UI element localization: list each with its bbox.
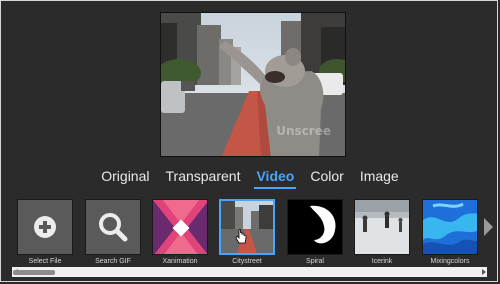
hand-cursor-icon [235, 229, 247, 244]
search-icon [99, 213, 128, 242]
scrollbar-thumb[interactable] [13, 270, 55, 275]
mixingcolors-thumb[interactable] [422, 199, 478, 255]
search-gif-thumb[interactable] [85, 199, 141, 255]
select-file-thumb[interactable] [17, 199, 73, 255]
citystreet-label: Citystreet [232, 258, 262, 265]
icerink-thumb[interactable] [354, 199, 410, 255]
background-preview: Unscree [160, 12, 346, 157]
chevron-right-icon[interactable] [484, 218, 493, 236]
video-item-mixingcolors[interactable]: Mixingcolors [422, 199, 478, 265]
search-gif-button[interactable]: Search GIF [85, 199, 141, 265]
preview-watermark: Unscree [276, 124, 331, 138]
icerink-image [355, 200, 409, 254]
xanimation-label: Xanimation [162, 258, 198, 265]
spiral-label: Spiral [306, 258, 324, 265]
tab-color[interactable]: Color [308, 168, 345, 189]
background-tabs: Original Transparent Video Color Image [0, 168, 500, 189]
xanimation-image [153, 200, 207, 254]
select-file-button[interactable]: Select File [17, 199, 73, 265]
scroll-right-arrow-icon[interactable] [482, 269, 486, 275]
tab-original[interactable]: Original [99, 168, 151, 189]
citystreet-thumb[interactable] [219, 199, 275, 255]
video-item-citystreet[interactable]: Citystreet [219, 199, 275, 265]
mixingcolors-label: Mixingcolors [430, 258, 470, 265]
video-item-icerink[interactable]: Icerink [354, 199, 410, 265]
select-file-label: Select File [28, 258, 62, 265]
mixingcolors-image [423, 200, 477, 254]
icerink-label: Icerink [371, 258, 393, 265]
horizontal-scrollbar[interactable] [12, 267, 487, 277]
citystreet-image [221, 201, 273, 253]
search-gif-label: Search GIF [95, 258, 131, 265]
tab-image[interactable]: Image [358, 168, 401, 189]
tab-transparent[interactable]: Transparent [164, 168, 243, 189]
video-item-xanimation[interactable]: Xanimation [152, 199, 208, 265]
thumbnail-strip: Select File Search GIF Xanimation Cityst… [17, 199, 480, 265]
xanimation-thumb[interactable] [152, 199, 208, 255]
spiral-image [288, 200, 342, 254]
tab-video[interactable]: Video [254, 168, 297, 189]
video-item-spiral[interactable]: Spiral [287, 199, 343, 265]
spiral-thumb[interactable] [287, 199, 343, 255]
